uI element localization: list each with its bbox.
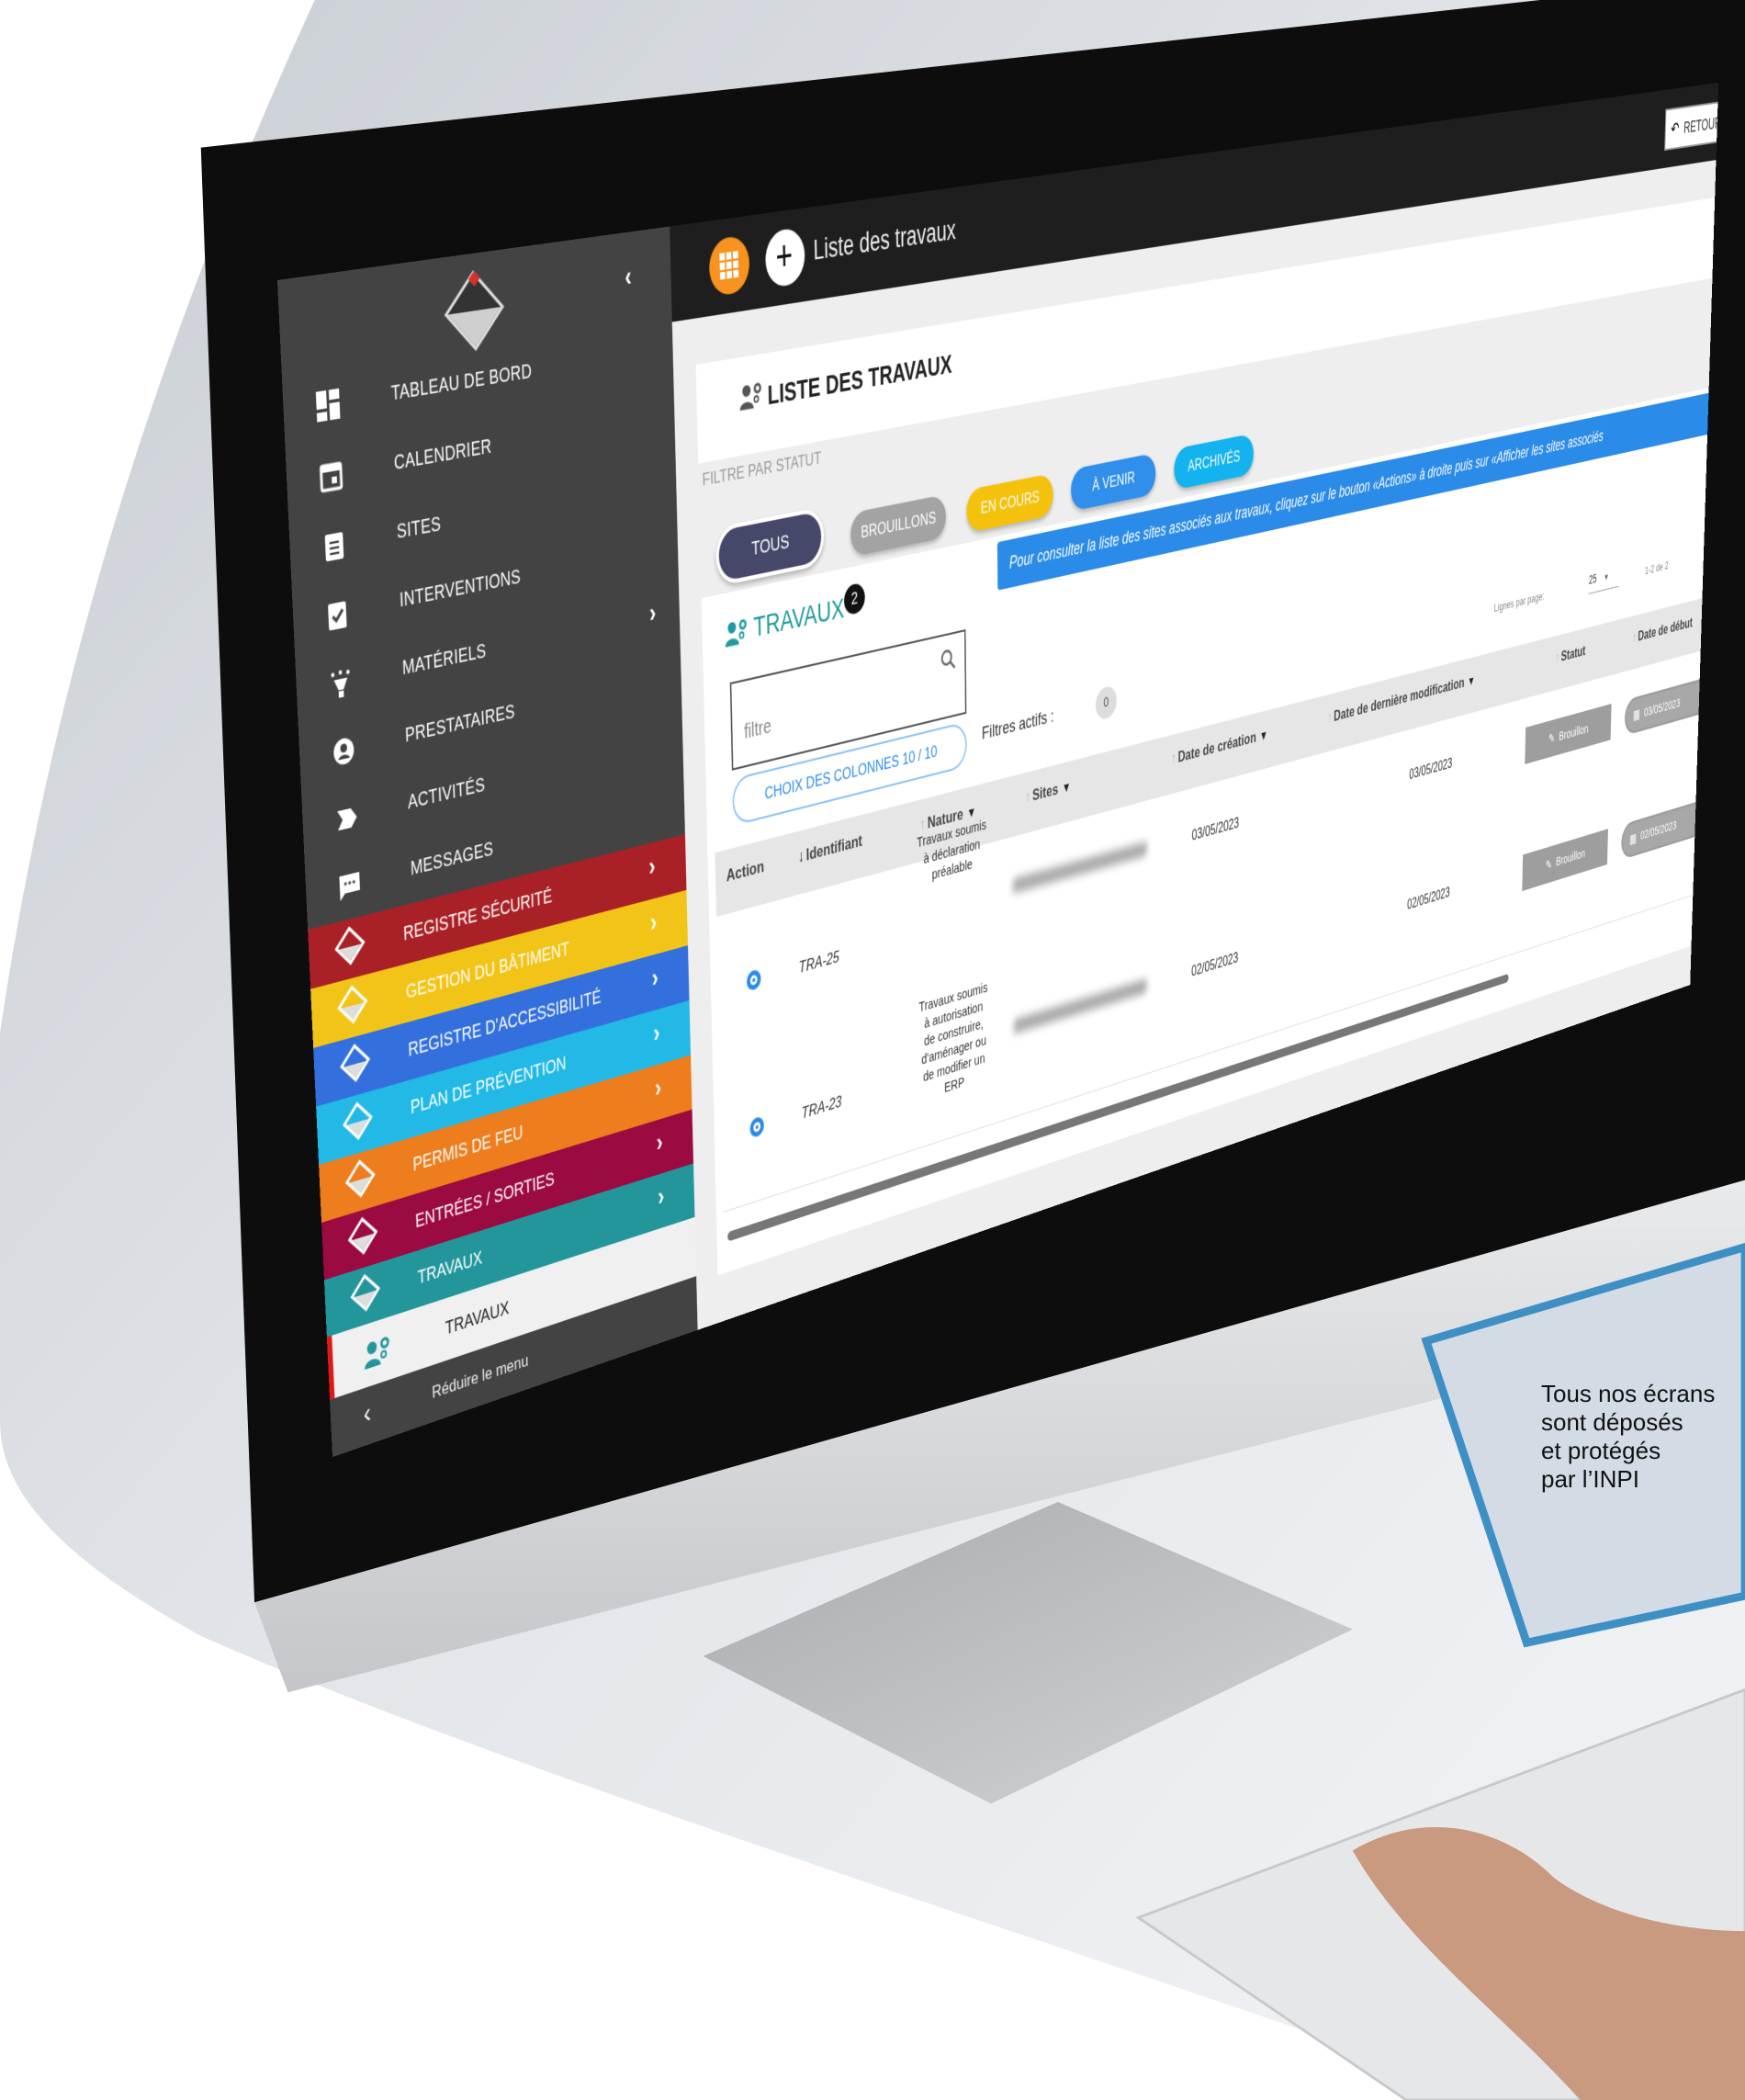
sidebar-item-label: PRESTATAIRES — [404, 700, 516, 747]
status-filter-label: BROUILLONS — [861, 508, 937, 542]
start-date: 02/05/2023 — [1639, 818, 1677, 843]
workers-icon — [725, 615, 749, 648]
plus-icon: + — [775, 232, 794, 281]
module-label: TRAVAUX — [417, 1247, 483, 1289]
caret-down-icon: ▼ — [1604, 572, 1609, 583]
row-modified-date: 02/05/2023 — [1407, 885, 1450, 913]
view-eye-icon[interactable] — [749, 1114, 765, 1139]
sidebar-item-label: MESSAGES — [410, 838, 494, 880]
view-eye-icon[interactable] — [746, 968, 761, 992]
collapse-sidebar-icon[interactable]: ‹ — [625, 260, 632, 294]
sidebar-item-label: ACTIVITÉS — [407, 773, 486, 814]
status-label: Brouillon — [1556, 846, 1586, 870]
chevron-right-icon: › — [648, 596, 657, 629]
workers-icon — [364, 1333, 392, 1371]
row-identifier[interactable]: TRA-25 — [799, 947, 839, 977]
chevron-right-icon: › — [656, 1126, 663, 1157]
sort-arrow-icon[interactable]: ↑ — [1555, 649, 1559, 667]
dashboard-icon — [315, 388, 342, 423]
calendar-icon — [319, 458, 344, 493]
filter-icon[interactable]: ▼ — [1062, 779, 1071, 796]
status-button[interactable]: ✎ Brouillon — [1525, 704, 1612, 764]
sidebar-item-label: SITES — [396, 513, 442, 543]
user-circle-icon — [332, 734, 356, 769]
status-filter-label: TOUS — [751, 531, 790, 560]
module-logo-icon — [340, 1044, 371, 1082]
row-nature: Travaux soumis à autorisation de constru… — [918, 979, 988, 1097]
start-date: 03/05/2023 — [1643, 695, 1681, 720]
sort-arrow-icon[interactable]: ↑ — [1025, 787, 1030, 807]
caption-line: et protégés — [1541, 1437, 1661, 1464]
rows-per-page-value: 25 — [1588, 570, 1597, 587]
sort-arrow-icon[interactable]: ↓ — [798, 846, 805, 866]
filter-icon[interactable]: ▼ — [1468, 673, 1475, 689]
sidebar-subitem-label: TRAVAUX — [445, 1297, 510, 1339]
row-created-date: 02/05/2023 — [1191, 950, 1239, 980]
module-logo-icon — [350, 1273, 381, 1312]
calendar-icon: ▦ — [1632, 706, 1640, 723]
sidebar-item-label: CALENDRIER — [393, 435, 492, 474]
filter-placeholder: filtre — [743, 715, 771, 744]
search-icon — [940, 647, 955, 672]
label-icon — [334, 801, 359, 837]
chevron-right-icon: › — [657, 1180, 665, 1212]
module-logo-icon — [334, 926, 366, 965]
pencil-icon: ✎ — [1548, 730, 1556, 747]
status-button[interactable]: ✎ Brouillon — [1522, 828, 1608, 891]
row-sites-redacted — [1013, 977, 1147, 1034]
chevron-right-icon: › — [652, 1016, 660, 1049]
module-logo-icon — [347, 1216, 378, 1255]
pencil-icon: ✎ — [1545, 856, 1552, 874]
workers-icon — [739, 378, 763, 412]
row-sites-redacted — [1012, 841, 1147, 894]
row-modified-date: 03/05/2023 — [1409, 756, 1453, 784]
clipboard-icon — [322, 528, 347, 563]
sidebar-item-label: MATÉRIELS — [401, 639, 487, 680]
caption-line: Tous nos écrans — [1541, 1380, 1716, 1407]
chevron-right-icon: › — [647, 850, 656, 882]
chevron-right-icon: › — [649, 906, 658, 938]
sidebar-item-label: INTERVENTIONS — [399, 565, 522, 612]
chevron-left-icon: ‹ — [362, 1395, 372, 1430]
module-logo-icon — [344, 1159, 376, 1198]
sort-arrow-icon[interactable]: ↑ — [1171, 750, 1176, 768]
module-logo-icon — [337, 985, 368, 1024]
retour-label: RETOUR — [1683, 114, 1719, 137]
status-filter-label: ARCHIVÉS — [1188, 446, 1241, 476]
sidebar-item-label: TABLEAU DE BORD — [390, 360, 533, 405]
grid-icon — [719, 251, 739, 280]
sort-arrow-icon[interactable]: ↑ — [1327, 708, 1332, 727]
sort-arrow-icon[interactable]: ↑ — [1632, 629, 1637, 646]
undo-icon: ↶ — [1670, 119, 1680, 140]
calendar-icon: ▦ — [1629, 830, 1638, 847]
filter-icon[interactable]: ▼ — [1259, 728, 1267, 744]
chevron-right-icon: › — [654, 1071, 662, 1103]
chevron-right-icon: › — [651, 961, 659, 994]
module-logo-icon — [343, 1101, 373, 1140]
status-filter-label: À VENIR — [1092, 468, 1135, 495]
message-icon — [337, 868, 362, 904]
status-label: Brouillon — [1559, 721, 1589, 744]
status-filter-label: EN COURS — [980, 487, 1040, 518]
lamp-icon — [328, 666, 353, 701]
caption-line: sont déposés — [1541, 1408, 1683, 1436]
row-identifier[interactable]: TRA-23 — [802, 1091, 842, 1123]
row-created-date: 03/05/2023 — [1191, 815, 1240, 844]
clipboard-check-icon — [325, 597, 350, 632]
inpi-caption: Tous nos écrans sont déposés et protégés… — [1541, 1380, 1715, 1494]
caption-line: par l’INPI — [1541, 1465, 1639, 1493]
